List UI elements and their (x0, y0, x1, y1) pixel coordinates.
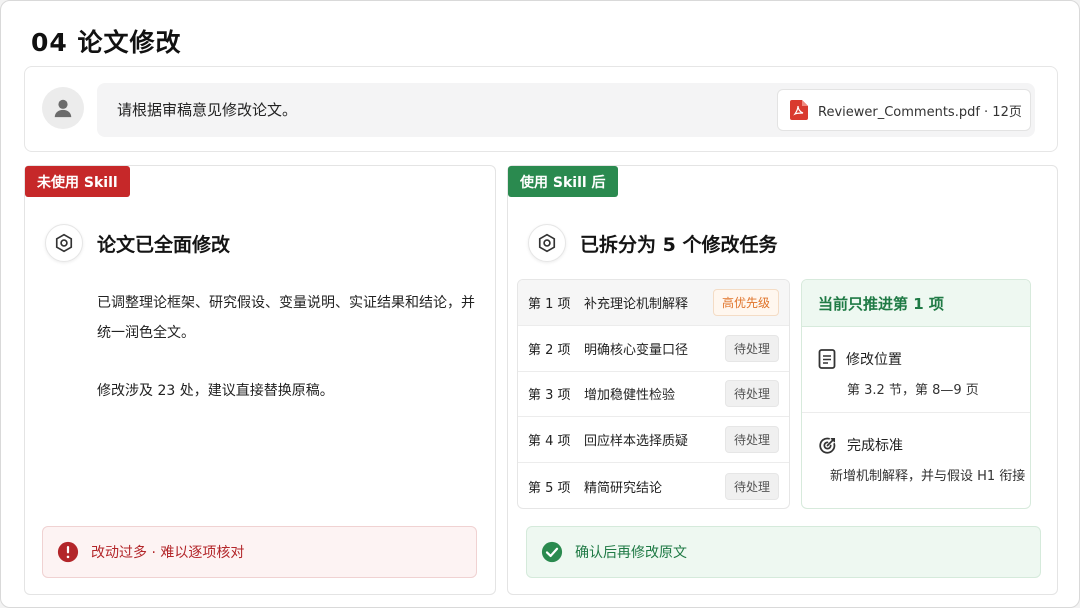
confirm-banner: 确认后再修改原文 (526, 526, 1041, 578)
task-row[interactable]: 第 5 项 精简研究结论 待处理 (518, 463, 789, 508)
task-number: 第 4 项 (528, 434, 571, 450)
task-name: 精简研究结论 (584, 480, 663, 496)
before-skill-tag: 未使用 Skill (25, 166, 130, 197)
prompt-text: 请根据审稿意见修改论文。 (117, 101, 298, 119)
before-heading-row: 论文已全面修改 (45, 224, 230, 262)
confirm-text: 确认后再修改原文 (575, 545, 687, 561)
task-number: 第 1 项 (528, 296, 571, 312)
status-badge: 待处理 (724, 334, 779, 362)
warning-alert-text: 改动过多 · 难以逐项核对 (91, 545, 245, 561)
criteria-value: 新增机制解释，并与假设 H1 衔接 (830, 469, 1026, 484)
slide-frame: 04 论文修改 请根据审稿意见修改论文。 Reviewer_Comments.p… (0, 0, 1080, 608)
task-row[interactable]: 第 2 项 明确核心变量口径 待处理 (518, 326, 789, 372)
task-number: 第 2 项 (528, 342, 571, 358)
after-skill-panel: 使用 Skill 后 已拆分为 5 个修改任务 第 1 项 补充理论机制解释 高… (507, 165, 1058, 595)
status-badge: 待处理 (724, 380, 779, 408)
document-icon (818, 349, 836, 369)
task-number: 第 5 项 (528, 480, 571, 496)
gear-icon-wrap (45, 224, 83, 262)
check-circle-icon (541, 541, 563, 563)
task-row[interactable]: 第 1 项 补充理论机制解释 高优先级 (518, 280, 789, 326)
task-name: 补充理论机制解释 (584, 296, 689, 312)
before-skill-panel: 未使用 Skill 论文已全面修改 已调整理论框架、研究假设、变量说明、实证结果… (24, 165, 496, 595)
target-icon (819, 437, 836, 454)
before-paragraph-2: 修改涉及 23 处，建议直接替换原稿。 (97, 383, 334, 399)
gear-icon-wrap (528, 224, 566, 262)
attachment-file-name: Reviewer_Comments.pdf · 12页 (818, 104, 1022, 120)
task-number: 第 3 项 (528, 388, 571, 404)
location-label: 修改位置 (846, 352, 902, 368)
gear-icon (538, 233, 556, 253)
exclamation-circle-icon (57, 541, 79, 563)
priority-badge: 高优先级 (712, 288, 779, 316)
before-body: 已调整理论框架、研究假设、变量说明、实证结果和结论，并统一润色全文。 修改涉及 … (97, 288, 477, 434)
prompt-bubble: 请根据审稿意见修改论文。 Reviewer_Comments.pdf · 12页 (97, 83, 1035, 137)
before-paragraph-1: 已调整理论框架、研究假设、变量说明、实证结果和结论，并统一润色全文。 (97, 295, 475, 341)
pdf-icon (790, 100, 808, 120)
attachment-chip[interactable]: Reviewer_Comments.pdf · 12页 (777, 89, 1031, 131)
status-badge: 待处理 (724, 472, 779, 500)
after-skill-tag: 使用 Skill 后 (508, 166, 618, 197)
task-list: 第 1 项 补充理论机制解释 高优先级 第 2 项 明确核心变量口径 待处理 第… (517, 279, 790, 509)
avatar (42, 87, 84, 129)
location-section: 修改位置 第 3.2 节，第 8—9 页 (802, 327, 1030, 413)
current-task-title: 当前只推进第 1 项 (802, 280, 1030, 327)
task-row[interactable]: 第 3 项 增加稳健性检验 待处理 (518, 372, 789, 418)
prompt-card: 请根据审稿意见修改论文。 Reviewer_Comments.pdf · 12页 (24, 66, 1058, 152)
location-value: 第 3.2 节，第 8—9 页 (847, 383, 979, 398)
gear-icon (55, 233, 73, 253)
location-label-row: 修改位置 (818, 349, 1030, 369)
before-heading: 论文已全面修改 (97, 233, 231, 256)
warning-alert: 改动过多 · 难以逐项核对 (42, 526, 477, 578)
status-badge: 待处理 (724, 426, 779, 454)
criteria-section: 完成标准 新增机制解释，并与假设 H1 衔接 (802, 413, 1030, 499)
task-name: 明确核心变量口径 (584, 342, 689, 358)
after-heading: 已拆分为 5 个修改任务 (580, 233, 778, 256)
criteria-label-row: 完成标准 (818, 435, 1030, 455)
page-title: 04 论文修改 (31, 28, 182, 57)
task-name: 增加稳健性检验 (584, 388, 676, 404)
after-heading-row: 已拆分为 5 个修改任务 (528, 224, 777, 262)
task-row[interactable]: 第 4 项 回应样本选择质疑 待处理 (518, 417, 789, 464)
user-icon (54, 99, 72, 118)
criteria-label: 完成标准 (847, 438, 903, 454)
task-name: 回应样本选择质疑 (584, 434, 689, 450)
current-task-card: 当前只推进第 1 项 修改位置 第 3.2 节，第 8—9 页 完成标准 新增机… (801, 279, 1031, 509)
